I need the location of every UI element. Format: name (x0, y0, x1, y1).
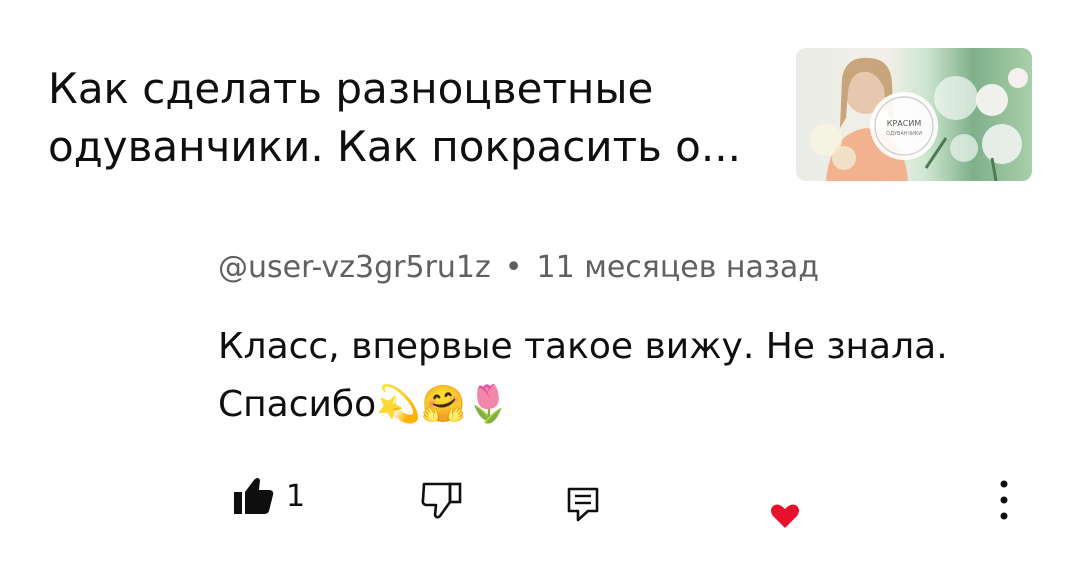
video-title-line-2: одуванчики. Как покрасить о... (48, 122, 741, 171)
meta-separator: • (504, 250, 523, 285)
heart-icon (771, 504, 799, 528)
thumbnail-badge-title: КРАСИМ (887, 119, 922, 128)
more-vert-icon (1000, 480, 1008, 520)
thumbnail-badge: КРАСИМ ОДУВАНЧИКИ (870, 92, 938, 160)
comment-author[interactable]: @user-vz3gr5ru1z (218, 250, 491, 285)
thumbs-down-icon (421, 482, 462, 519)
video-title-line-1: Как сделать разноцветные (48, 64, 654, 113)
comment-text-line-1: Класс, впервые такое вижу. Не знала. (218, 326, 948, 367)
comment-actions: 1 (0, 470, 1080, 530)
comment-text-line-2: Спасибо💫🤗🌷 (218, 384, 511, 425)
comment-text: Класс, впервые такое вижу. Не знала. Спа… (218, 318, 1018, 434)
more-options-button[interactable] (994, 478, 1014, 522)
dislike-button[interactable] (420, 480, 464, 520)
comment-meta: @user-vz3gr5ru1z • 11 месяцев назад (218, 250, 819, 285)
like-count: 1 (286, 478, 306, 514)
comment-time: 11 месяцев назад (536, 250, 819, 285)
thumbnail-badge-subtitle: ОДУВАНЧИКИ (886, 131, 922, 137)
thumbs-up-icon (234, 478, 274, 514)
video-thumbnail[interactable]: КРАСИМ ОДУВАНЧИКИ (796, 48, 1032, 181)
creator-heart (770, 502, 800, 530)
like-button[interactable]: 1 (232, 476, 305, 516)
video-title[interactable]: Как сделать разноцветные одуванчики. Как… (48, 60, 778, 176)
reply-button[interactable] (566, 486, 600, 522)
reply-icon (567, 487, 599, 522)
